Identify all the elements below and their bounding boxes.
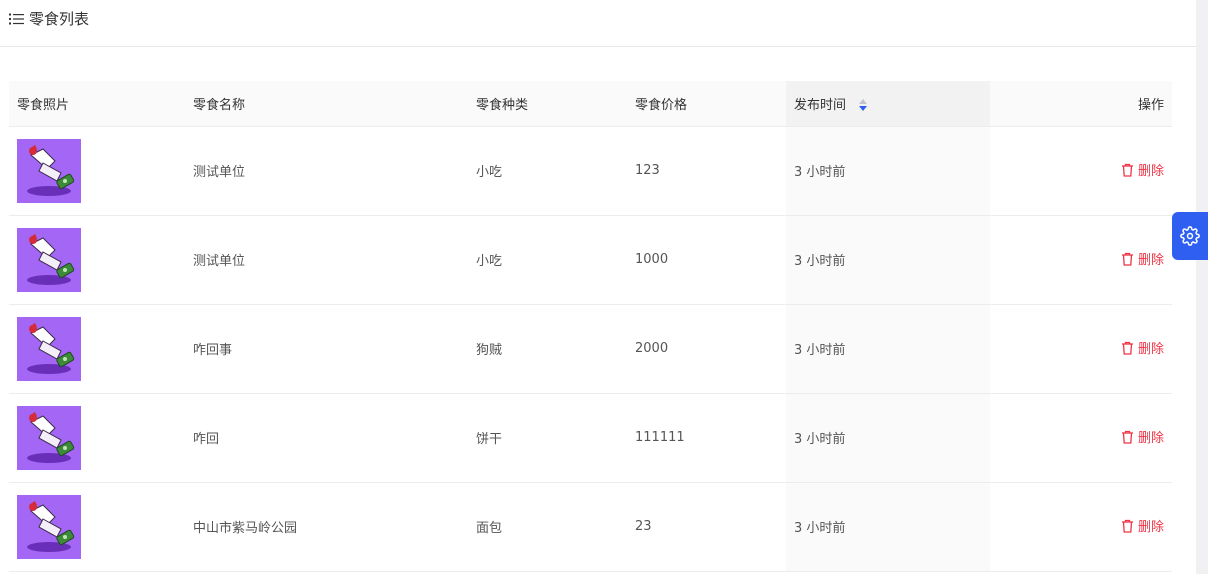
- snack-photo: [17, 138, 81, 203]
- table-row: 测试单位 小吃 1000 3 小时前 删除: [9, 215, 1172, 305]
- cell-actions: 删除: [990, 393, 1172, 483]
- column-header-photo: 零食照片: [9, 81, 185, 127]
- table-row: 测试单位 小吃 123 3 小时前 删除: [9, 126, 1172, 216]
- cell-photo: [9, 393, 185, 483]
- column-header-name: 零食名称: [185, 81, 468, 127]
- cell-category: 面包: [468, 482, 627, 572]
- column-header-price: 零食价格: [627, 81, 786, 127]
- delete-label: 删除: [1137, 164, 1164, 180]
- snack-table: 零食照片 零食名称 零食种类 零食价格 发布时间 操作 测试单位 小吃 123 …: [9, 81, 1172, 572]
- cell-actions: 删除: [990, 482, 1172, 572]
- cell-name: 咋回: [185, 393, 468, 483]
- cell-photo: [9, 126, 185, 216]
- cell-actions: 删除: [990, 304, 1172, 394]
- list-icon: [9, 13, 24, 25]
- column-header-published-label: 发布时间: [794, 97, 847, 113]
- cell-published: 3 小时前: [786, 393, 990, 483]
- page-header: 零食列表: [0, 0, 1196, 47]
- settings-button[interactable]: [1172, 212, 1208, 260]
- page-title: 零食列表: [9, 9, 89, 29]
- cell-name: 测试单位: [185, 126, 468, 216]
- cell-published: 3 小时前: [786, 126, 990, 216]
- snack-photo: [17, 316, 81, 381]
- cell-category: 小吃: [468, 215, 627, 305]
- cell-published: 3 小时前: [786, 215, 990, 305]
- cell-price: 123: [627, 126, 786, 216]
- cell-actions: 删除: [990, 126, 1172, 216]
- delete-button[interactable]: 删除: [1121, 427, 1164, 446]
- delete-label: 删除: [1137, 253, 1164, 269]
- table-row: 中山市紫马岭公园 面包 23 3 小时前 删除: [9, 482, 1172, 572]
- trash-icon: [1121, 163, 1133, 177]
- cell-actions: 删除: [990, 215, 1172, 305]
- delete-button[interactable]: 删除: [1121, 338, 1164, 357]
- cell-photo: [9, 304, 185, 394]
- cell-name: 咋回事: [185, 304, 468, 394]
- delete-label: 删除: [1137, 342, 1164, 358]
- cell-category: 饼干: [468, 393, 627, 483]
- column-header-category: 零食种类: [468, 81, 627, 127]
- trash-icon: [1121, 252, 1133, 266]
- gear-icon: [1180, 226, 1200, 246]
- cell-name: 中山市紫马岭公园: [185, 482, 468, 572]
- cell-price: 1000: [627, 215, 786, 305]
- cell-price: 23: [627, 482, 786, 572]
- cell-price: 2000: [627, 304, 786, 394]
- cell-published: 3 小时前: [786, 482, 990, 572]
- cell-photo: [9, 215, 185, 305]
- cell-category: 小吃: [468, 126, 627, 216]
- cell-name: 测试单位: [185, 215, 468, 305]
- scrollbar[interactable]: [1196, 0, 1208, 574]
- column-header-actions: 操作: [990, 81, 1172, 127]
- delete-button[interactable]: 删除: [1121, 160, 1164, 179]
- sort-icon[interactable]: [859, 99, 868, 112]
- delete-label: 删除: [1137, 520, 1164, 536]
- page: 零食列表 零食照片 零食名称 零食种类 零食价格 发布时间 操作 测试单位 小吃…: [0, 0, 1208, 574]
- table-row: 咋回事 狗贼 2000 3 小时前 删除: [9, 304, 1172, 394]
- snack-photo: [17, 494, 81, 559]
- trash-icon: [1121, 341, 1133, 355]
- cell-price: 111111: [627, 393, 786, 483]
- cell-category: 狗贼: [468, 304, 627, 394]
- page-title-text: 零食列表: [29, 10, 90, 28]
- trash-icon: [1121, 519, 1133, 533]
- delete-button[interactable]: 删除: [1121, 516, 1164, 535]
- table-header-row: 零食照片 零食名称 零食种类 零食价格 发布时间 操作: [9, 81, 1172, 127]
- delete-button[interactable]: 删除: [1121, 249, 1164, 268]
- column-header-published[interactable]: 发布时间: [786, 81, 990, 127]
- snack-photo: [17, 405, 81, 470]
- cell-published: 3 小时前: [786, 304, 990, 394]
- cell-photo: [9, 482, 185, 572]
- snack-photo: [17, 227, 81, 292]
- table-row: 咋回 饼干 111111 3 小时前 删除: [9, 393, 1172, 483]
- trash-icon: [1121, 430, 1133, 444]
- delete-label: 删除: [1137, 431, 1164, 447]
